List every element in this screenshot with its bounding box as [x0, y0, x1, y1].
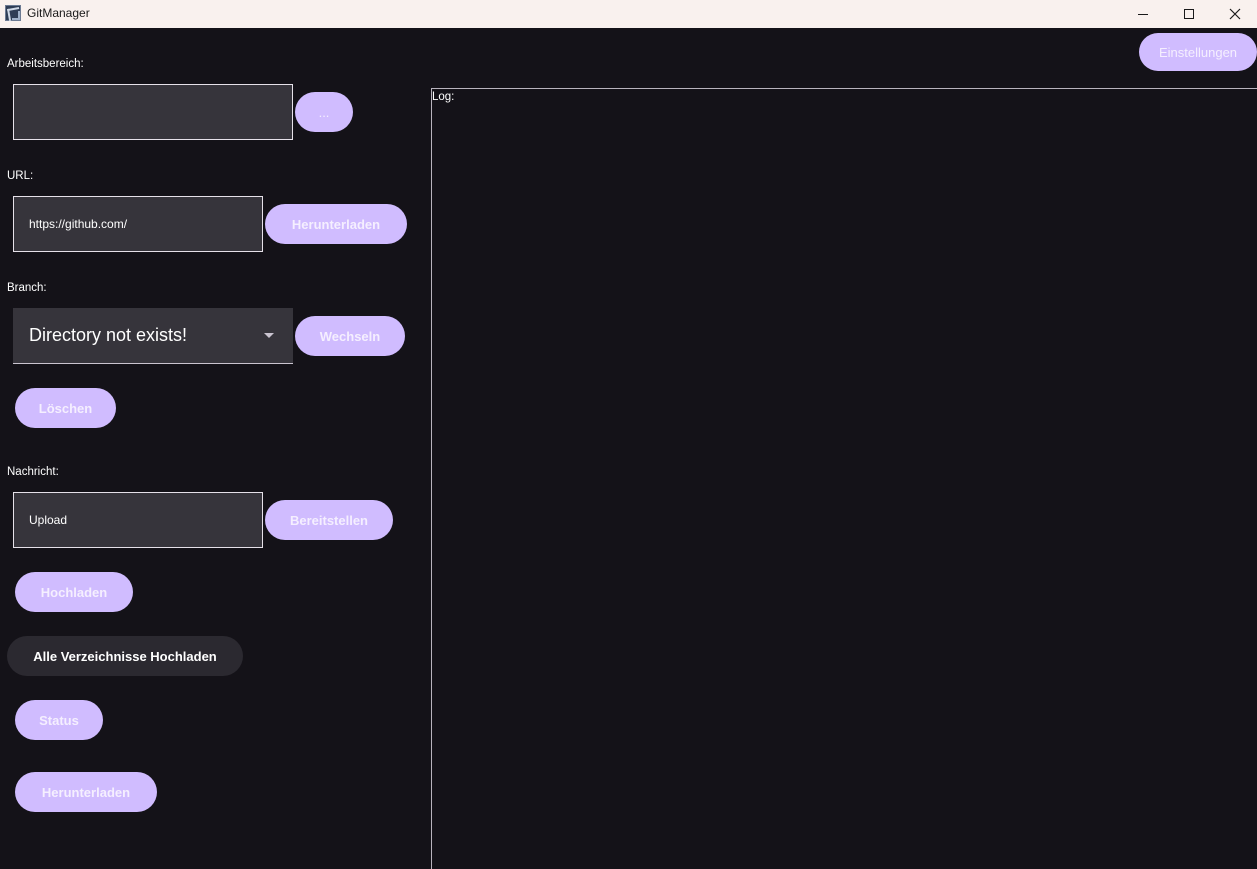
status-button[interactable]: Status: [15, 700, 103, 740]
log-panel[interactable]: Log:: [431, 88, 1257, 869]
minimize-button[interactable]: [1120, 0, 1166, 28]
workspace-label: Arbeitsbereich:: [7, 58, 84, 70]
chevron-down-icon: [264, 333, 274, 338]
upload-all-button[interactable]: Alle Verzeichnisse Hochladen: [7, 636, 243, 676]
close-button[interactable]: [1212, 0, 1257, 28]
maximize-icon: [1184, 9, 1194, 19]
url-input[interactable]: https://github.com/: [13, 196, 263, 252]
message-label: Nachricht:: [7, 466, 59, 478]
maximize-button[interactable]: [1166, 0, 1212, 28]
branch-label: Branch:: [7, 282, 47, 294]
settings-button[interactable]: Einstellungen: [1139, 33, 1257, 71]
app-icon: [5, 5, 21, 21]
browse-button[interactable]: ...: [295, 92, 353, 132]
download-button[interactable]: Herunterladen: [265, 204, 407, 244]
url-label: URL:: [7, 170, 34, 182]
minimize-icon: [1138, 13, 1148, 15]
branch-selected: Directory not exists!: [29, 325, 188, 345]
window-title: GitManager: [27, 6, 90, 20]
close-icon: [1229, 8, 1241, 20]
delete-button[interactable]: Löschen: [15, 388, 116, 428]
log-label: Log:: [432, 91, 455, 103]
workspace-input[interactable]: [13, 84, 293, 140]
message-input[interactable]: Upload: [13, 492, 263, 548]
pull-button[interactable]: Herunterladen: [15, 772, 157, 812]
title-bar: GitManager: [0, 0, 1257, 28]
upload-button[interactable]: Hochladen: [15, 572, 133, 612]
branch-dropdown[interactable]: Directory not exists!: [13, 308, 293, 364]
switch-branch-button[interactable]: Wechseln: [295, 316, 405, 356]
commit-button[interactable]: Bereitstellen: [265, 500, 393, 540]
